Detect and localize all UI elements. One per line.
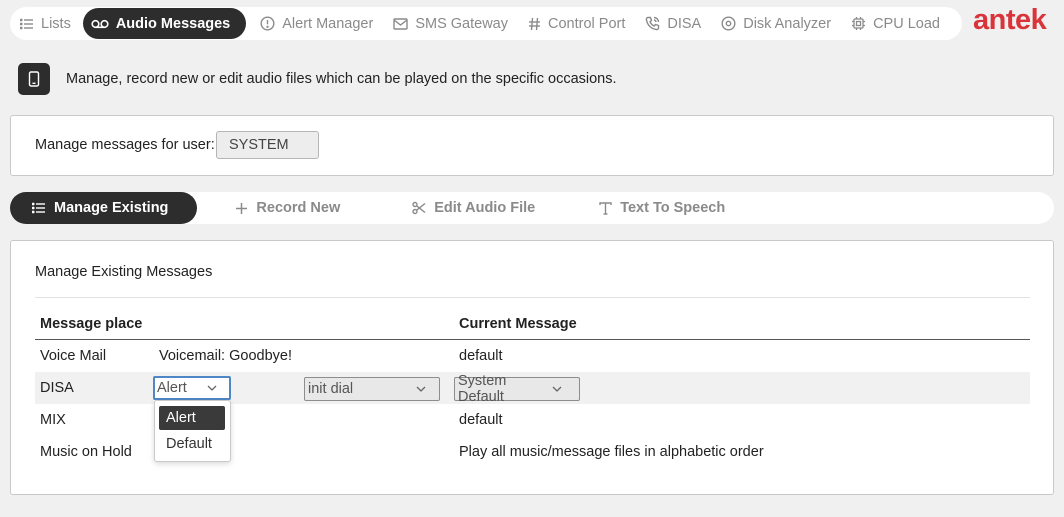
nav-item-control-port[interactable]: Control Port (518, 8, 635, 39)
column-header-current: Current Message (459, 316, 577, 332)
user-select[interactable]: SYSTEM (216, 131, 319, 159)
nav-item-label: Lists (41, 15, 71, 32)
nav-item-label: SMS Gateway (415, 15, 508, 32)
disk-icon (721, 16, 736, 31)
nav-item-label: Alert Manager (282, 15, 374, 32)
phone-icon (645, 16, 660, 31)
row-place: MIX (40, 412, 66, 428)
nav-item-sms-gateway[interactable]: SMS Gateway (383, 8, 518, 39)
tab-label: Record New (256, 200, 341, 216)
tab-label: Edit Audio File (434, 200, 536, 216)
row-place: Voice Mail (40, 348, 107, 364)
disa-current-message-select[interactable]: System Default (454, 373, 580, 405)
panel-title: Manage Existing Messages (35, 264, 213, 280)
title-divider (35, 297, 1030, 298)
scissors-icon (412, 201, 426, 215)
dropdown-option-default[interactable]: Default (159, 432, 225, 456)
nav-item-disa[interactable]: DISA (635, 8, 711, 39)
list-icon (32, 202, 46, 214)
row-current: Play all music/message files in alphabet… (459, 444, 764, 460)
antek-logo[interactable]: antek (973, 4, 1047, 37)
manage-existing-panel: Manage Existing Messages Message place C… (10, 240, 1054, 495)
user-label: Manage messages for user: (35, 137, 215, 153)
list-icon (20, 18, 34, 30)
alert-circle-icon (260, 16, 275, 31)
tab-record-new[interactable]: Record New (235, 192, 340, 224)
nav-item-label: DISA (667, 15, 702, 32)
mail-icon (393, 17, 409, 30)
cpu-icon (851, 16, 866, 31)
row-message: Voicemail: Goodbye! (159, 348, 292, 364)
page-description: Manage, record new or edit audio files w… (66, 71, 617, 87)
nav-item-label: Audio Messages (115, 15, 231, 32)
row-place: DISA (40, 380, 74, 396)
disa-dial-select[interactable]: init dial (304, 377, 440, 401)
tab-edit-audio-file[interactable]: Edit Audio File (412, 192, 535, 224)
message-type-dropdown: Alert Default (154, 400, 231, 462)
row-current: default (459, 412, 503, 428)
nav-item-label: Disk Analyzer (743, 15, 832, 32)
tab-manage-existing[interactable]: Manage Existing (10, 192, 198, 224)
plus-icon (235, 202, 248, 215)
tab-label: Manage Existing (54, 200, 169, 216)
nav-item-label: CPU Load (873, 15, 940, 32)
nav-item-label: Control Port (548, 15, 626, 32)
nav-item-cpu-load[interactable]: CPU Load (841, 8, 950, 39)
tab-text-to-speech[interactable]: Text To Speech (599, 192, 725, 224)
user-panel: Manage messages for user: SYSTEM (10, 115, 1054, 176)
tab-label: Text To Speech (620, 200, 726, 216)
row-place: Music on Hold (40, 444, 132, 460)
voicemail-icon (91, 19, 109, 29)
select-value: Alert (157, 380, 187, 396)
nav-item-audio-messages[interactable]: Audio Messages (82, 8, 247, 39)
top-navigation: Lists Audio Messages Alert Manager SMS G… (10, 7, 962, 40)
disa-message-type-select[interactable]: Alert (153, 376, 231, 400)
dropdown-option-alert[interactable]: Alert (159, 406, 225, 430)
nav-item-disk-analyzer[interactable]: Disk Analyzer (711, 8, 841, 39)
nav-item-alert-manager[interactable]: Alert Manager (250, 8, 383, 39)
chevron-down-icon (552, 386, 562, 392)
select-value: init dial (308, 381, 354, 397)
select-value: System Default (458, 373, 507, 405)
chevron-down-icon (416, 386, 426, 392)
chevron-down-icon (207, 385, 217, 391)
tablet-icon (18, 63, 50, 95)
sub-tabs: Manage Existing Record New Edit Audio Fi… (10, 192, 1054, 224)
text-icon (599, 201, 612, 215)
column-header-place: Message place (40, 316, 143, 332)
hash-icon (528, 17, 541, 31)
nav-item-lists[interactable]: Lists (10, 8, 81, 39)
row-current: default (459, 348, 503, 364)
